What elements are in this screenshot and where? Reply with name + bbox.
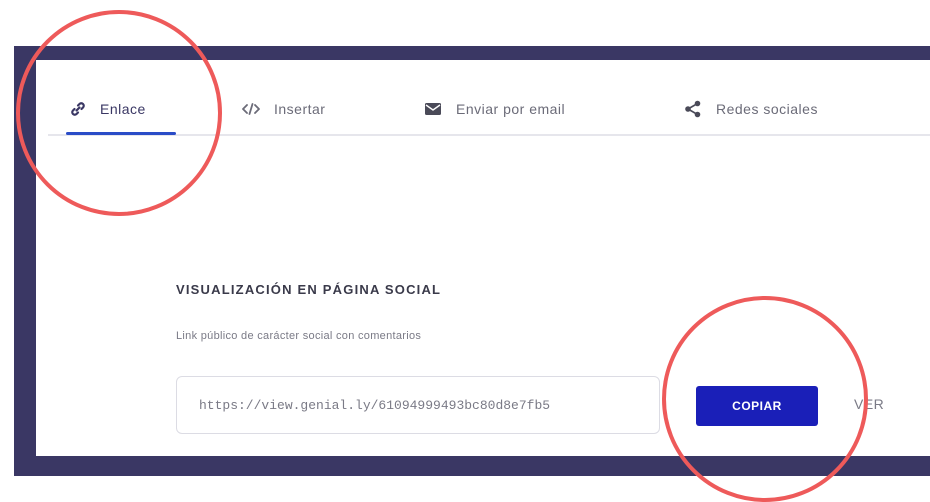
- active-tab-indicator: [66, 132, 176, 135]
- tab-bar: Enlace Insertar Enviar por email Redes s…: [36, 60, 930, 136]
- share-panel: Enlace Insertar Enviar por email Redes s…: [36, 60, 930, 456]
- section-title: VISUALIZACIÓN EN PÁGINA SOCIAL: [176, 282, 442, 297]
- tab-insertar-label: Insertar: [274, 101, 326, 117]
- link-icon: [70, 101, 86, 117]
- tab-enlace-label: Enlace: [100, 101, 146, 117]
- share-icon: [684, 100, 702, 118]
- section-description: Link público de carácter social con come…: [176, 330, 422, 342]
- tab-enviar-email[interactable]: Enviar por email: [424, 94, 565, 124]
- code-icon: [242, 103, 260, 115]
- tab-redes-sociales-label: Redes sociales: [716, 101, 818, 117]
- copy-button[interactable]: COPIAR: [696, 386, 818, 426]
- tab-redes-sociales[interactable]: Redes sociales: [684, 94, 818, 124]
- tab-enviar-email-label: Enviar por email: [456, 101, 566, 117]
- tab-insertar[interactable]: Insertar: [242, 94, 325, 124]
- email-icon: [424, 102, 442, 116]
- share-url-field[interactable]: [176, 376, 660, 434]
- tab-divider: [48, 134, 930, 136]
- tab-enlace[interactable]: Enlace: [70, 94, 146, 124]
- view-link[interactable]: VER: [854, 396, 884, 412]
